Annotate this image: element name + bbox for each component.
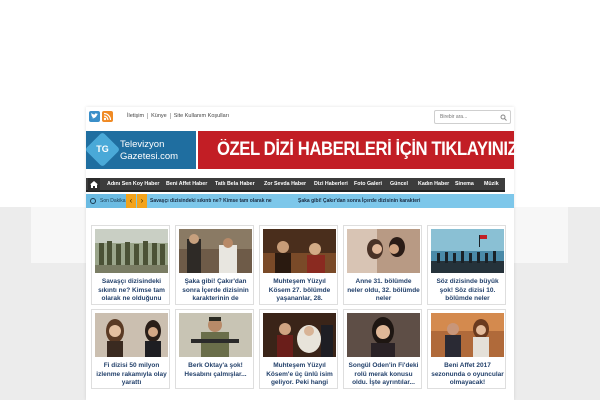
- promo-banner[interactable]: ÖZEL DİZİ HABERLERİ İÇİN TIKLAYINIZ --->: [198, 131, 547, 169]
- search-box: [434, 110, 511, 124]
- actors-photo: [179, 229, 252, 273]
- nav-item-tatli-bela[interactable]: Tatlı Bela Haber: [215, 181, 255, 187]
- news-card-title: Muhteşem Yüzyıl Kösem 27. bölümde yaşana…: [268, 278, 331, 302]
- actress-photo: [95, 313, 168, 357]
- news-card-title: Söz dizisinde büyük şok! Söz dizisi 10. …: [436, 278, 499, 302]
- twitter-icon[interactable]: [89, 111, 100, 122]
- site-container: İletişimKünyeSite Kullanım Koşulları TG …: [84, 107, 547, 400]
- search-icon[interactable]: [500, 114, 507, 121]
- woman-photo: [347, 313, 420, 357]
- main-nav: Adını Sen Koy Haber Beni Affet Haber Tat…: [86, 178, 505, 192]
- nav-item-kadin-haber[interactable]: Kadın Haber: [418, 181, 449, 187]
- news-card-title: Songül Öden'in Fi'deki rolü merak konusu…: [348, 362, 419, 386]
- group-photo: [431, 313, 504, 357]
- breaking-news-ticker: Son Dakika ‹ › Savaşçı dizisindeki sıkın…: [86, 194, 514, 208]
- nav-item-zor-sevda[interactable]: Zor Sevda Haber: [264, 181, 306, 187]
- news-card[interactable]: Beni Affet 2017 sezonunda o oyuncular ol…: [427, 309, 506, 389]
- link-iletisim[interactable]: İletişim: [124, 113, 149, 119]
- nav-item-dizi-haberleri[interactable]: Dizi Haberleri: [314, 181, 348, 187]
- nav-item-foto-galeri[interactable]: Foto Galeri: [354, 181, 382, 187]
- news-card-title: Fi dizisi 50 milyon izlenme rakamıyla ol…: [96, 362, 167, 386]
- news-card[interactable]: Şaka gibi! Çakır'dan sonra İçerde dizisi…: [175, 225, 254, 305]
- link-site-kullanim[interactable]: Site Kullanım Koşulları: [171, 113, 232, 119]
- logo-line-2: Gazetesi.com: [120, 151, 179, 162]
- clock-icon: [90, 198, 96, 204]
- ticker-news-item[interactable]: Savaşçı dizisindeki sıkıntı ne? Kimse ta…: [150, 198, 272, 204]
- news-card[interactable]: Savaşçı dizisindeki sıkıntı ne? Kimse ta…: [91, 225, 170, 305]
- news-card[interactable]: Fi dizisi 50 milyon izlenme rakamıyla ol…: [91, 309, 170, 389]
- top-links: İletişim Künye Site Kullanım Koşulları: [124, 113, 232, 119]
- news-card-title: Berk Oktay'a şok! Hesabını çalmışlar...: [184, 362, 247, 378]
- home-icon: [90, 181, 98, 188]
- ticker-label-box: Son Dakika: [86, 194, 130, 208]
- logo-mark-text: TG: [96, 144, 109, 154]
- news-card[interactable]: Muhteşem Yüzyıl Kösem'e üç ünlü isim gel…: [259, 309, 338, 389]
- news-card-title: Şaka gibi! Çakır'dan sonra İçerde dizisi…: [182, 278, 249, 302]
- soldiers-photo: [95, 229, 168, 273]
- news-card-title: Muhteşem Yüzyıl Kösem'e üç ünlü isim gel…: [266, 362, 333, 386]
- news-card-title: Beni Affet 2017 sezonunda o oyuncular ol…: [431, 362, 504, 386]
- news-card-title: Anne 31. bölümde neler oldu, 32. bölümde…: [347, 278, 420, 302]
- ticker-news-item[interactable]: Şaka gibi! Çakır'dan sonra İçerde dizisi…: [298, 198, 420, 204]
- logo-line-1: Televizyon: [120, 139, 165, 150]
- costume-photo: [263, 313, 336, 357]
- news-card[interactable]: Söz dizisinde büyük şok! Söz dizisi 10. …: [427, 225, 506, 305]
- palace-photo: [263, 229, 336, 273]
- news-card-title: Savaşçı dizisindeki sıkıntı ne? Kimse ta…: [98, 278, 165, 302]
- nav-item-adini-sen-koy[interactable]: Adını Sen Koy Haber: [107, 181, 159, 187]
- home-button[interactable]: [88, 178, 100, 191]
- news-card[interactable]: Berk Oktay'a şok! Hesabını çalmışlar...: [175, 309, 254, 389]
- ticker-next-button[interactable]: ›: [137, 194, 147, 208]
- ticker-label: Son Dakika: [100, 198, 126, 204]
- nav-item-sinema[interactable]: Sinema: [455, 181, 474, 187]
- nav-item-guncel[interactable]: Güncel: [390, 181, 408, 187]
- nav-item-beni-affet[interactable]: Beni Affet Haber: [166, 181, 207, 187]
- nav-item-muzik[interactable]: Müzik: [484, 181, 499, 187]
- news-card[interactable]: Songül Öden'in Fi'deki rolü merak konusu…: [343, 309, 422, 389]
- top-bar: İletişim Künye Site Kullanım Koşulları: [86, 107, 514, 127]
- news-card[interactable]: Muhteşem Yüzyıl Kösem 27. bölümde yaşana…: [259, 225, 338, 305]
- couple-photo: [347, 229, 420, 273]
- site-logo[interactable]: TG Televizyon Gazetesi.com: [84, 131, 196, 169]
- rss-icon[interactable]: [102, 111, 113, 122]
- ticker-prev-button[interactable]: ‹: [126, 194, 136, 208]
- promo-banner-text: ÖZEL DİZİ HABERLERİ İÇİN TIKLAYINIZ --->: [216, 139, 547, 160]
- search-input[interactable]: [435, 111, 499, 123]
- silhouettes-photo: [431, 229, 504, 273]
- link-kunye[interactable]: Künye: [148, 113, 171, 119]
- news-card[interactable]: Anne 31. bölümde neler oldu, 32. bölümde…: [343, 225, 422, 305]
- soldier-photo: [179, 313, 252, 357]
